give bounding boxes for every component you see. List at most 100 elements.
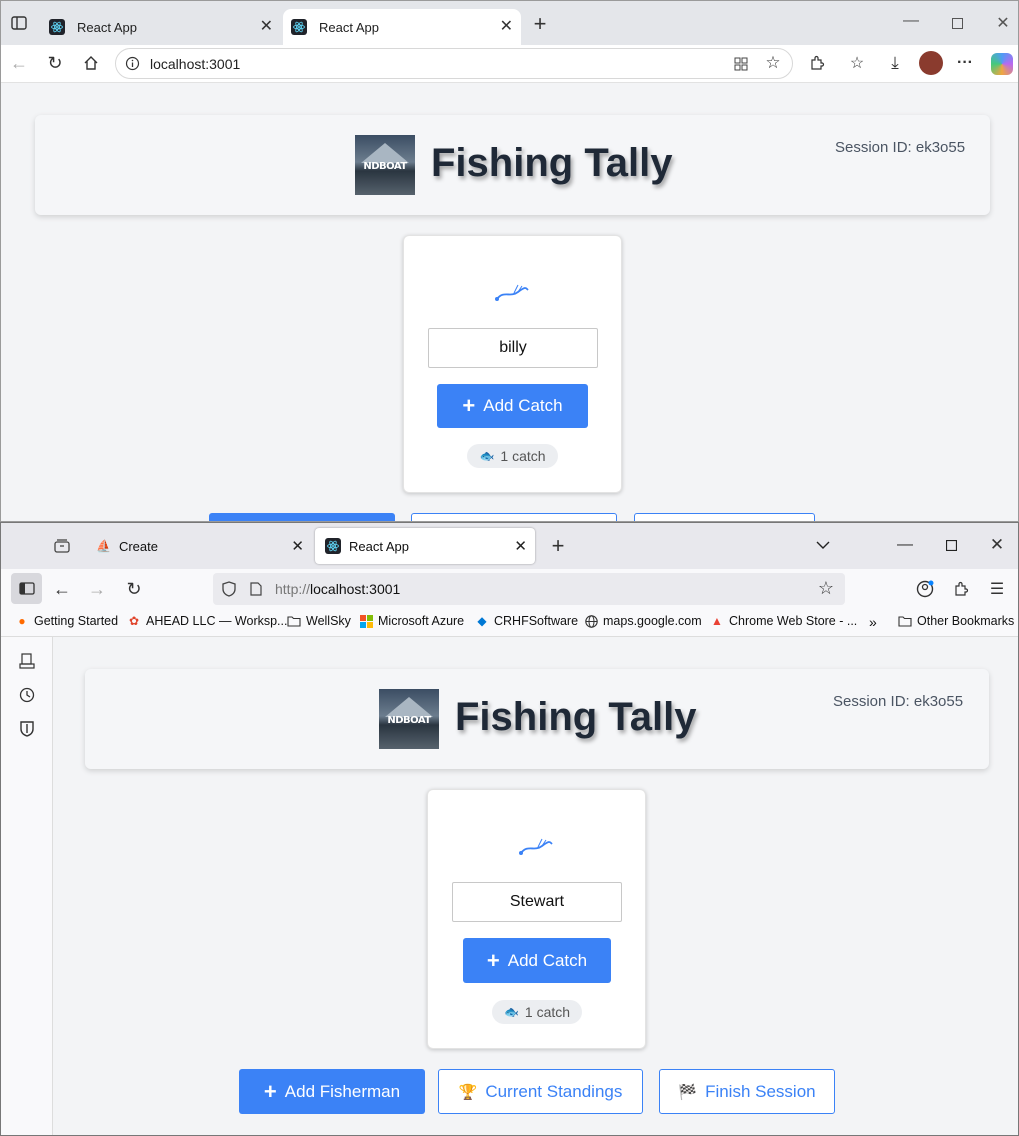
firefox-window: ⛵ Create ✕ React App ✕ + — ✕ ← → ↻ http:… xyxy=(0,522,1019,1136)
session-id: Session ID: ek3o55 xyxy=(835,139,966,156)
current-standings-button-partial[interactable] xyxy=(411,513,617,521)
add-fisherman-button[interactable]: + Add Fisherman xyxy=(239,1069,425,1114)
plus-icon: + xyxy=(462,393,476,418)
finish-session-button[interactable]: 🏁 Finish Session xyxy=(659,1069,835,1114)
list-all-tabs-icon[interactable] xyxy=(813,535,833,555)
firefox-tab-create[interactable]: ⛵ Create ✕ xyxy=(86,528,312,564)
add-fisherman-label: Add Fisherman xyxy=(284,1081,401,1101)
add-catch-label: Add Catch xyxy=(483,396,563,415)
favorite-star-icon[interactable]: ☆ xyxy=(764,53,782,72)
firefox-tab-strip: ⛵ Create ✕ React App ✕ + — ✕ xyxy=(1,523,1018,569)
firefox-url-prefix: http:// xyxy=(275,581,311,597)
bookmarks-overflow-icon[interactable]: » xyxy=(869,614,877,630)
home-icon[interactable] xyxy=(81,53,101,73)
add-catch-button[interactable]: + Add Catch xyxy=(437,384,588,428)
chrome-web-store-icon: ▲ xyxy=(711,614,723,628)
bookmark-item[interactable]: maps.google.com xyxy=(584,614,702,628)
react-icon xyxy=(291,19,307,35)
reload-icon[interactable]: ↻ xyxy=(124,579,144,599)
profile-avatar[interactable] xyxy=(919,51,943,75)
close-icon[interactable]: ✕ xyxy=(260,16,273,36)
catch-count-badge: 🐟 1 catch xyxy=(467,444,558,468)
favorites-icon[interactable]: ☆ xyxy=(847,53,867,73)
session-id: Session ID: ek3o55 xyxy=(833,693,964,710)
bitwarden-icon[interactable] xyxy=(17,719,37,739)
react-icon xyxy=(325,538,341,554)
bookmarks-toolbar: ● Getting Started ✿ AHEAD LLC — Worksp... … xyxy=(1,609,1018,637)
add-fisherman-button-partial[interactable] xyxy=(209,513,395,521)
back-icon[interactable]: ← xyxy=(9,53,29,73)
close-window-icon[interactable]: ✕ xyxy=(987,535,1007,555)
minimize-icon[interactable]: — xyxy=(895,535,915,555)
fisherman-name-input[interactable]: Stewart xyxy=(452,882,622,922)
account-icon[interactable] xyxy=(915,579,935,599)
page-icon[interactable] xyxy=(249,581,263,597)
firefox-page-content: NDBOAT Fishing Tally Session ID: ek3o55 … xyxy=(53,637,1018,1135)
maximize-icon[interactable] xyxy=(941,535,961,555)
new-tab-icon[interactable]: + xyxy=(529,11,551,36)
firefox-tab-2-label: React App xyxy=(349,538,409,554)
folder-icon xyxy=(287,614,301,628)
edge-tab-1[interactable]: React App ✕ xyxy=(41,9,281,45)
firefox-address-bar[interactable]: http://localhost:3001 ☆ xyxy=(213,573,845,605)
folder-icon xyxy=(898,614,912,628)
close-window-icon[interactable]: ✕ xyxy=(993,13,1013,33)
history-icon[interactable] xyxy=(17,685,37,705)
app-header: NDBOAT Fishing Tally Session ID: ek3o55 xyxy=(35,115,990,215)
downloads-icon[interactable]: ⤓ xyxy=(885,53,905,73)
shield-icon[interactable] xyxy=(221,581,237,597)
new-tab-icon[interactable]: + xyxy=(547,533,569,558)
ahead-icon: ✿ xyxy=(128,614,140,628)
logo-text: NDBOAT xyxy=(387,715,431,726)
bookmark-label: WellSky xyxy=(306,614,351,628)
apps-icon[interactable] xyxy=(732,55,750,73)
firefox-tab-react-app[interactable]: React App ✕ xyxy=(315,528,535,564)
sidebar-toggle-icon[interactable] xyxy=(9,13,29,33)
firefox-tab-1-label: Create xyxy=(118,538,158,554)
add-catch-label: Add Catch xyxy=(507,950,588,970)
refresh-icon[interactable]: ↻ xyxy=(45,53,65,73)
bookmark-item[interactable]: ● Getting Started xyxy=(15,614,118,628)
extensions-icon[interactable] xyxy=(807,53,827,73)
edge-tab-1-label: React App xyxy=(77,19,137,35)
maximize-icon[interactable] xyxy=(947,13,967,33)
tab-groups-icon[interactable] xyxy=(51,535,73,557)
edge-url-text: localhost:3001 xyxy=(150,55,241,72)
bookmark-item[interactable]: Microsoft Azure xyxy=(359,614,464,628)
current-standings-label: Current Standings xyxy=(485,1081,623,1101)
info-icon[interactable] xyxy=(124,55,140,71)
back-icon[interactable]: ← xyxy=(52,579,72,599)
react-icon xyxy=(49,19,65,35)
firefox-nav-bar: ← → ↻ http://localhost:3001 ☆ ☰ xyxy=(1,569,1018,609)
edge-address-bar[interactable]: localhost:3001 ☆ xyxy=(115,48,793,79)
finish-session-button-partial[interactable] xyxy=(634,513,815,521)
close-icon[interactable]: ✕ xyxy=(514,537,527,555)
bookmark-label: AHEAD LLC — Worksp... xyxy=(146,614,288,628)
menu-icon[interactable]: ☰ xyxy=(987,579,1007,599)
extensions-icon[interactable] xyxy=(951,579,971,599)
checkered-flag-icon: 🏁 xyxy=(678,1083,698,1101)
bookmark-item[interactable]: ▲ Chrome Web Store - ... xyxy=(710,614,857,628)
more-icon[interactable]: ··· xyxy=(955,53,975,73)
sync-tabs-icon[interactable] xyxy=(17,651,37,671)
fisherman-name-input[interactable]: billy xyxy=(428,328,598,368)
bookmark-item[interactable]: ◆ CRHFSoftware xyxy=(475,614,578,628)
bookmark-item[interactable]: Other Bookmarks xyxy=(898,614,1014,628)
catch-count-text: 1 catch xyxy=(500,448,546,464)
edge-tab-2[interactable]: React App ✕ xyxy=(283,9,521,45)
bookmark-label: maps.google.com xyxy=(603,614,702,628)
forward-icon[interactable]: → xyxy=(87,579,107,599)
bookmark-item[interactable]: ✿ AHEAD LLC — Worksp... xyxy=(127,614,288,628)
minimize-icon[interactable]: — xyxy=(901,11,921,31)
close-icon[interactable]: ✕ xyxy=(500,16,513,36)
copilot-icon[interactable] xyxy=(991,53,1013,75)
azure-devops-icon: ◆ xyxy=(477,614,487,628)
current-standings-button[interactable]: 🏆 Current Standings xyxy=(438,1069,643,1114)
close-icon[interactable]: ✕ xyxy=(291,537,304,555)
catch-count-badge: 🐟 1 catch xyxy=(492,1000,582,1024)
bookmark-item[interactable]: WellSky xyxy=(287,614,351,628)
sidebar-toggle-icon[interactable] xyxy=(11,573,42,604)
add-catch-button[interactable]: + Add Catch xyxy=(463,938,611,983)
bookmark-star-icon[interactable]: ☆ xyxy=(817,578,835,598)
bookmark-label: Getting Started xyxy=(34,614,119,628)
